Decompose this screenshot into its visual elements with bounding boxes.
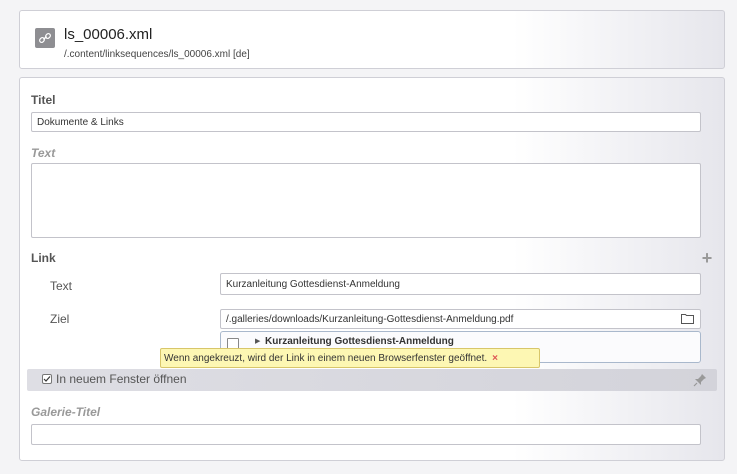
folder-icon[interactable] — [681, 313, 694, 324]
text-label: Text — [31, 146, 56, 160]
text-area[interactable] — [31, 163, 701, 238]
pin-icon[interactable] — [693, 373, 707, 387]
tooltip-text: Wenn angekreuzt, wird der Link in einem … — [164, 352, 488, 364]
galerie-titel-label: Galerie-Titel — [31, 405, 101, 419]
new-window-tooltip: Wenn angekreuzt, wird der Link in einem … — [160, 348, 540, 368]
link-ziel-value: /.galleries/downloads/Kurzanleitung-Gott… — [226, 313, 514, 325]
link-text-label: Text — [50, 279, 73, 293]
resource-path: /.content/linksequences/ls_00006.xml [de… — [64, 49, 250, 60]
link-text-input[interactable]: Kurzanleitung Gottesdienst-Anmeldung — [220, 273, 701, 295]
titel-label: Titel — [31, 93, 56, 107]
new-window-row: In neuem Fenster öffnen — [27, 369, 717, 391]
content-editor-form: Titel Dokumente & Links Text Link + Text… — [19, 77, 725, 461]
expand-arrow-icon[interactable]: ▶ — [255, 337, 260, 345]
new-window-label: In neuem Fenster öffnen — [56, 372, 187, 386]
resource-header: ls_00006.xml /.content/linksequences/ls_… — [19, 10, 725, 69]
link-ziel-input[interactable]: /.galleries/downloads/Kurzanleitung-Gott… — [220, 309, 701, 329]
galerie-titel-input[interactable] — [31, 424, 701, 445]
link-icon — [35, 28, 55, 48]
add-link-button[interactable]: + — [700, 248, 714, 268]
link-ziel-label: Ziel — [50, 312, 70, 326]
titel-input[interactable]: Dokumente & Links — [31, 112, 701, 132]
suggestion-title: Kurzanleitung Gottesdienst-Anmeldung — [265, 336, 454, 347]
tooltip-close-icon[interactable]: × — [492, 353, 498, 364]
new-window-checkbox[interactable] — [42, 374, 52, 384]
link-label: Link — [31, 251, 56, 265]
resource-title: ls_00006.xml — [64, 26, 153, 43]
plus-icon: + — [701, 248, 713, 268]
